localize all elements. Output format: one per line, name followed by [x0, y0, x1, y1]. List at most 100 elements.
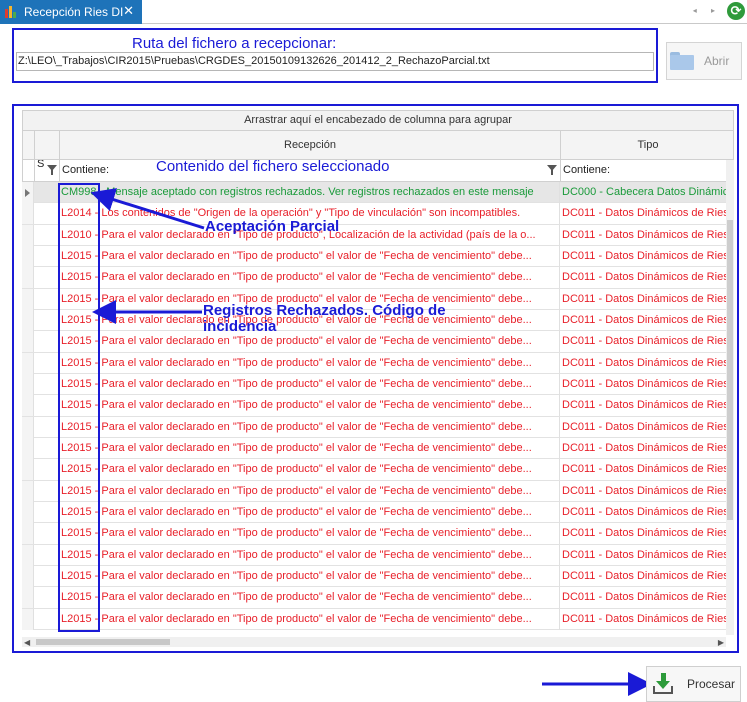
table-row[interactable]: L2015 - Para el valor declarado en "Tipo… — [22, 608, 734, 630]
row-indicator[interactable] — [22, 395, 34, 417]
row-indicator[interactable] — [22, 523, 34, 545]
vertical-scroll-thumb[interactable] — [727, 220, 733, 520]
cell-tipo[interactable]: DC011 - Datos Dinámicos de Riesgos — [560, 310, 734, 331]
cell-tipo[interactable]: DC011 - Datos Dinámicos de Riesgos — [560, 523, 734, 544]
cell-recepcion[interactable]: L2015 - Para el valor declarado en "Tipo… — [59, 544, 560, 566]
row-indicator[interactable] — [22, 480, 34, 502]
cell-tipo[interactable]: DC011 - Datos Dinámicos de Riesgos — [560, 459, 734, 480]
cell-s[interactable] — [34, 565, 59, 587]
table-row[interactable]: L2015 - Para el valor declarado en "Tipo… — [22, 373, 734, 396]
cell-tipo[interactable]: DC011 - Datos Dinámicos de Riesgos — [560, 438, 734, 459]
horizontal-scroll-thumb[interactable] — [36, 639, 170, 645]
column-header-recepcion[interactable]: Recepción — [60, 131, 561, 159]
cell-s[interactable] — [34, 544, 59, 566]
cell-recepcion[interactable]: L2015 - Para el valor declarado en "Tipo… — [59, 416, 560, 438]
cell-s[interactable] — [34, 245, 59, 267]
cell-tipo[interactable]: DC011 - Datos Dinámicos de Riesgos — [560, 267, 734, 288]
table-row[interactable]: L2015 - Para el valor declarado en "Tipo… — [22, 331, 734, 353]
cell-s[interactable] — [34, 331, 59, 353]
row-indicator[interactable] — [22, 373, 34, 395]
cell-tipo[interactable]: DC011 - Datos Dinámicos de Riesgos — [560, 331, 734, 352]
cell-recepcion[interactable]: L2015 - Para el valor declarado en "Tipo… — [59, 373, 560, 395]
cell-tipo[interactable]: DC011 - Datos Dinámicos de Riesgos — [560, 353, 734, 374]
cell-s[interactable] — [34, 480, 59, 502]
cell-s[interactable] — [34, 395, 59, 417]
cell-recepcion[interactable]: CM998 - Mensaje aceptado con registros r… — [59, 182, 560, 203]
row-indicator[interactable] — [22, 267, 34, 289]
cell-s[interactable] — [34, 608, 59, 630]
cell-recepcion[interactable]: L2015 - Para el valor declarado en "Tipo… — [59, 480, 560, 502]
table-row[interactable]: L2015 - Para el valor declarado en "Tipo… — [22, 565, 734, 588]
vertical-scrollbar[interactable] — [726, 160, 734, 635]
table-row[interactable]: L2015 - Para el valor declarado en "Tipo… — [22, 352, 734, 374]
cell-recepcion[interactable]: L2015 - Para el valor declarado en "Tipo… — [59, 437, 560, 459]
cell-tipo[interactable]: DC011 - Datos Dinámicos de Riesgos — [560, 289, 734, 310]
table-row[interactable]: L2015 - Para el valor declarado en "Tipo… — [22, 459, 734, 481]
table-row[interactable]: L2015 - Para el valor declarado en "Tipo… — [22, 395, 734, 417]
cell-recepcion[interactable]: L2015 - Para el valor declarado en "Tipo… — [59, 565, 560, 587]
cell-tipo[interactable]: DC011 - Datos Dinámicos de Riesgos — [560, 225, 734, 246]
table-row[interactable]: L2015 - Para el valor declarado en "Tipo… — [22, 523, 734, 545]
cell-tipo[interactable]: DC011 - Datos Dinámicos de Riesgos — [560, 587, 734, 608]
cell-tipo[interactable]: DC000 - Cabecera Datos Dinámicos — [560, 182, 734, 203]
row-indicator[interactable] — [22, 288, 34, 310]
row-indicator[interactable] — [22, 309, 34, 331]
tab-nav-arrows-icon[interactable]: ◂ ▸ — [693, 6, 721, 15]
horizontal-scrollbar[interactable]: ◀ ▶ — [22, 637, 726, 647]
row-indicator[interactable] — [22, 245, 34, 267]
cell-s[interactable] — [34, 373, 59, 395]
cell-s[interactable] — [34, 416, 59, 438]
table-row[interactable]: L2015 - Para el valor declarado en "Tipo… — [22, 267, 734, 289]
table-row[interactable]: L2015 - Para el valor declarado en "Tipo… — [22, 416, 734, 438]
cell-recepcion[interactable]: L2015 - Para el valor declarado en "Tipo… — [59, 608, 560, 630]
cell-tipo[interactable]: DC011 - Datos Dinámicos de Riesgos — [560, 395, 734, 416]
cell-s[interactable] — [34, 182, 59, 203]
cell-tipo[interactable]: DC011 - Datos Dinámicos de Riesgos — [560, 545, 734, 566]
cell-tipo[interactable]: DC011 - Datos Dinámicos de Riesgos — [560, 481, 734, 502]
cell-tipo[interactable]: DC011 - Datos Dinámicos de Riesgos — [560, 374, 734, 395]
cell-recepcion[interactable]: L2015 - Para el valor declarado en "Tipo… — [59, 459, 560, 481]
cell-recepcion[interactable]: L2015 - Para el valor declarado en "Tipo… — [59, 331, 560, 353]
cell-s[interactable] — [34, 224, 59, 246]
cell-recepcion[interactable]: L2015 - Para el valor declarado en "Tipo… — [59, 587, 560, 609]
tab-recepcion-ries[interactable]: Recepción Ries DI ✕ — [0, 0, 142, 24]
table-row[interactable]: L2015 - Para el valor declarado en "Tipo… — [22, 544, 734, 566]
row-indicator[interactable] — [22, 565, 34, 587]
filter-funnel-icon[interactable] — [47, 165, 57, 175]
process-button[interactable]: Procesar — [646, 666, 741, 702]
row-indicator[interactable] — [22, 437, 34, 459]
row-indicator[interactable] — [22, 331, 34, 353]
row-indicator[interactable] — [22, 544, 34, 566]
row-indicator[interactable] — [22, 608, 34, 630]
cell-tipo[interactable]: DC011 - Datos Dinámicos de Riesgos — [560, 246, 734, 267]
scroll-right-icon[interactable]: ▶ — [718, 638, 724, 647]
file-path-input[interactable]: Z:\LEO\_Trabajos\CIR2015\Pruebas\CRGDES_… — [16, 52, 654, 71]
row-indicator[interactable] — [22, 224, 34, 246]
cell-tipo[interactable]: DC011 - Datos Dinámicos de Riesgos — [560, 203, 734, 224]
filter-input-tipo[interactable]: Contiene: — [561, 160, 735, 181]
row-indicator[interactable] — [22, 501, 34, 523]
table-row[interactable]: L2014 - Los contenidos de "Origen de la … — [22, 203, 734, 225]
cell-s[interactable] — [34, 523, 59, 545]
table-row[interactable]: CM998 - Mensaje aceptado con registros r… — [22, 182, 734, 204]
cell-s[interactable] — [34, 587, 59, 609]
cell-tipo[interactable]: DC011 - Datos Dinámicos de Riesgos — [560, 609, 734, 630]
cell-s[interactable] — [34, 501, 59, 523]
refresh-icon[interactable]: ⟳ — [727, 2, 745, 20]
filter-funnel-icon[interactable] — [547, 165, 557, 175]
cell-recepcion[interactable]: L2015 - Para el valor declarado en "Tipo… — [59, 245, 560, 267]
table-row[interactable]: L2015 - Para el valor declarado en "Tipo… — [22, 437, 734, 460]
group-by-panel[interactable]: Arrastrar aquí el encabezado de columna … — [22, 110, 734, 130]
row-indicator[interactable] — [22, 182, 34, 203]
table-row[interactable]: L2015 - Para el valor declarado en "Tipo… — [22, 245, 734, 268]
table-row[interactable]: L2015 - Para el valor declarado en "Tipo… — [22, 501, 734, 524]
cell-s[interactable] — [34, 437, 59, 459]
table-row[interactable]: L2010 - Para el valor declarado en "Tipo… — [22, 224, 734, 246]
cell-s[interactable] — [34, 288, 59, 310]
cell-recepcion[interactable]: L2015 - Para el valor declarado en "Tipo… — [59, 501, 560, 523]
cell-recepcion[interactable]: L2015 - Para el valor declarado en "Tipo… — [59, 523, 560, 545]
cell-s[interactable] — [34, 267, 59, 289]
row-indicator[interactable] — [22, 416, 34, 438]
cell-s[interactable] — [34, 459, 59, 481]
table-row[interactable]: L2015 - Para el valor declarado en "Tipo… — [22, 480, 734, 502]
